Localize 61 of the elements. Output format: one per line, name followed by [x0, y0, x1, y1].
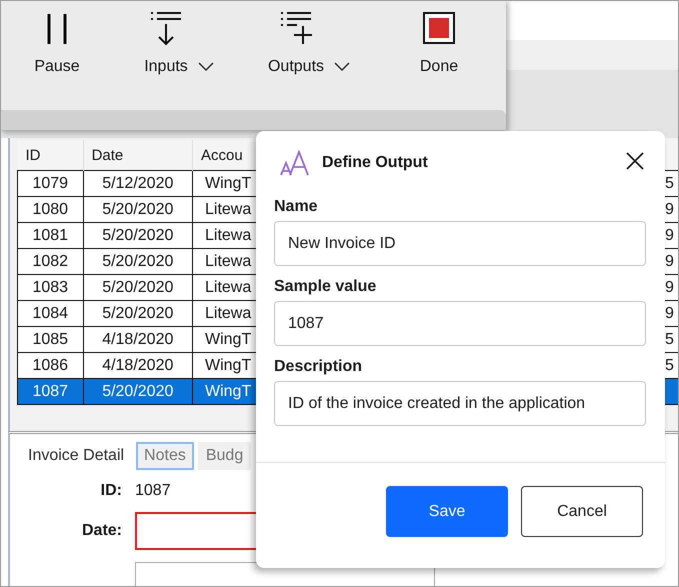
list-down-arrow-icon — [150, 10, 182, 46]
toolbar-button[interactable]: Outputs — [268, 10, 324, 76]
toolbar-button[interactable]: Done — [420, 10, 458, 76]
table-cell: 5 — [665, 330, 674, 348]
stop-icon — [423, 10, 455, 46]
table-cell: 1080 — [32, 200, 68, 218]
table-cell: 9 — [665, 278, 674, 296]
table-cell: 5/20/2020 — [102, 278, 174, 296]
column-header[interactable]: ID — [18, 140, 84, 170]
table-cell: 1086 — [32, 356, 68, 374]
table-cell: Litewa — [205, 304, 252, 322]
table-cell: 4/18/2020 — [102, 356, 174, 374]
toolbar-button[interactable]: Pause — [34, 10, 80, 76]
table-cell: 5 — [665, 174, 674, 192]
table-cell: 1087 — [32, 382, 68, 400]
table-cell: 1079 — [32, 174, 68, 192]
input-field[interactable]: ID of the invoice created in the application — [274, 381, 646, 426]
field-value: 1087 — [135, 482, 172, 500]
table-cell: 5/20/2020 — [102, 226, 174, 244]
table-cell: WingT — [205, 330, 252, 348]
table-cell: 5/12/2020 — [102, 174, 174, 192]
field-label: Name — [274, 198, 319, 216]
table-cell: 9 — [665, 200, 674, 218]
table-cell: 1082 — [32, 252, 68, 270]
table-cell: 9 — [665, 304, 674, 322]
table-cell: 4/18/2020 — [102, 330, 174, 348]
table-cell: 9 — [665, 226, 674, 244]
field-label: Sample value — [274, 278, 378, 296]
save-button[interactable]: Save — [386, 486, 508, 537]
input-field[interactable]: New Invoice ID — [274, 221, 646, 266]
table-cell: 5/20/2020 — [102, 252, 174, 270]
table-cell: 1083 — [32, 278, 68, 296]
table-cell: 5 — [665, 356, 674, 374]
dialog-title: Define Output — [322, 154, 429, 172]
field-label: ID: — [100, 482, 122, 500]
chevron-down-icon[interactable] — [198, 62, 214, 71]
table-cell: 5/20/2020 — [102, 382, 174, 400]
input-field[interactable]: 1087 — [274, 301, 646, 346]
chevron-down-icon[interactable] — [334, 62, 350, 71]
toolbar-button[interactable]: Inputs — [144, 10, 188, 76]
table-cell: 1085 — [32, 330, 68, 348]
table-cell: 1081 — [32, 226, 68, 244]
table-cell: Litewa — [205, 226, 252, 244]
table-cell: WingT — [205, 174, 252, 192]
tab[interactable]: Budg — [198, 442, 252, 470]
table-cell: Litewa — [205, 278, 252, 296]
table-cell: Litewa — [205, 252, 252, 270]
column-header[interactable]: Date — [83, 140, 192, 170]
table-cell: 1084 — [32, 304, 68, 322]
table-cell: WingT — [205, 382, 252, 400]
cancel-button[interactable]: Cancel — [521, 486, 643, 537]
table-cell: 5/20/2020 — [102, 304, 174, 322]
table-cell: 9 — [665, 252, 674, 270]
field-label: Description — [274, 358, 364, 376]
list-plus-icon — [280, 10, 312, 46]
table-cell: 5/20/2020 — [102, 200, 174, 218]
tab[interactable]: Notes — [136, 442, 194, 470]
text-size-icon — [280, 150, 310, 176]
field-label: Date: — [80, 522, 122, 540]
table-cell: Litewa — [205, 200, 252, 218]
table-cell: WingT — [205, 356, 252, 374]
